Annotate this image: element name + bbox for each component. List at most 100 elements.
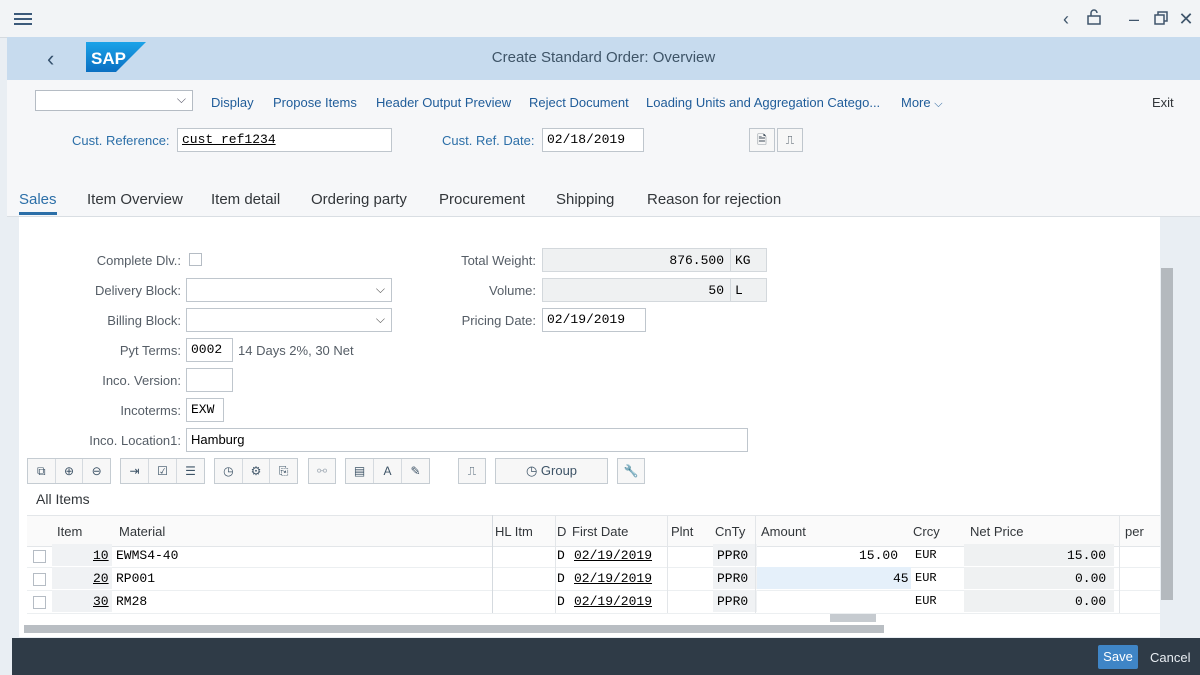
row-select-checkbox[interactable]: [33, 550, 46, 563]
wrench-icon[interactable]: 🔧: [618, 459, 644, 483]
stamp-icon[interactable]: ⎍: [459, 459, 485, 483]
horizontal-scroll-thumb[interactable]: [830, 614, 876, 622]
row-select-checkbox[interactable]: [33, 573, 46, 586]
pricing-date-value: 02/19/2019: [547, 312, 626, 327]
stamp-icon[interactable]: ⎍: [777, 128, 803, 152]
exit-button[interactable]: Exit: [1152, 95, 1174, 110]
column-header-per[interactable]: per: [1125, 524, 1144, 539]
crcy-value[interactable]: EUR: [915, 571, 937, 585]
column-header-d[interactable]: D: [557, 524, 566, 539]
row-select-checkbox[interactable]: [33, 596, 46, 609]
incoterms-input[interactable]: EXW: [186, 398, 224, 422]
edit-icon[interactable]: ✎: [402, 459, 429, 483]
material-value[interactable]: RM28: [116, 594, 147, 609]
variant-select[interactable]: ⌵: [35, 90, 193, 111]
cnty-value[interactable]: PPR0: [717, 594, 748, 609]
inco-location-input[interactable]: Hamburg: [186, 428, 748, 452]
column-divider: [555, 515, 556, 613]
column-header-item[interactable]: Item: [57, 524, 82, 539]
document-flow-icon[interactable]: ⎘: [270, 459, 297, 483]
reject-document-button[interactable]: Reject Document: [529, 95, 629, 110]
cust-reference-value: cust_ref1234: [182, 132, 276, 147]
total-weight-value: 876.500: [669, 253, 724, 268]
tab-ordering-party[interactable]: Ordering party: [311, 191, 407, 208]
vertical-scrollbar[interactable]: [1161, 268, 1173, 600]
total-weight-unit-field: KG: [730, 248, 767, 272]
settings-icon[interactable]: ⚙: [243, 459, 271, 483]
pyt-terms-input[interactable]: 0002: [186, 338, 233, 362]
billing-block-select[interactable]: ⌵: [186, 308, 392, 332]
item-number[interactable]: 20: [93, 571, 109, 586]
amount-value[interactable]: 15.00: [859, 548, 898, 563]
column-header-net-price[interactable]: Net Price: [970, 524, 1023, 539]
footer-bar: [12, 638, 1200, 675]
more-button[interactable]: More ⌵: [901, 95, 943, 111]
minimize-icon[interactable]: –: [1124, 9, 1144, 29]
text-icon[interactable]: A: [374, 459, 402, 483]
column-header-amount[interactable]: Amount: [761, 524, 806, 539]
propose-items-button[interactable]: Propose Items: [273, 95, 357, 110]
complete-dlv-checkbox[interactable]: [189, 253, 202, 266]
restore-icon[interactable]: [1151, 9, 1171, 29]
table-row[interactable]: 10 EWMS4-40 D 02/19/2019 PPR0 15.00 EUR …: [27, 544, 1160, 568]
inco-version-input[interactable]: [186, 368, 233, 392]
tab-shipping[interactable]: Shipping: [556, 191, 614, 208]
document-edit-icon[interactable]: 🗎: [749, 128, 775, 152]
column-header-crcy[interactable]: Crcy: [913, 524, 940, 539]
column-header-material[interactable]: Material: [119, 524, 165, 539]
table-row[interactable]: 30 RM28 D 02/19/2019 PPR0 EUR 0.00: [27, 590, 1160, 614]
crcy-value[interactable]: EUR: [915, 594, 937, 608]
first-date-value[interactable]: 02/19/2019: [574, 571, 652, 586]
delivery-block-select[interactable]: ⌵: [186, 278, 392, 302]
cnty-value[interactable]: PPR0: [717, 571, 748, 586]
cnty-value[interactable]: PPR0: [717, 548, 748, 563]
material-value[interactable]: EWMS4-40: [116, 548, 178, 563]
delete-row-icon[interactable]: ⊖: [83, 459, 110, 483]
select-all-icon[interactable]: ☑: [149, 459, 177, 483]
item-number[interactable]: 10: [93, 548, 109, 563]
column-divider: [1119, 515, 1120, 613]
save-button[interactable]: Save: [1098, 645, 1138, 669]
material-value[interactable]: RP001: [116, 571, 155, 586]
cust-ref-date-input[interactable]: 02/18/2019: [542, 128, 644, 152]
page-title: Create Standard Order: Overview: [491, 49, 716, 66]
tab-procurement[interactable]: Procurement: [439, 191, 525, 208]
tab-item-overview[interactable]: Item Overview: [87, 191, 183, 208]
crcy-value[interactable]: EUR: [915, 548, 937, 562]
add-row-icon[interactable]: ⊕: [56, 459, 84, 483]
tab-reason-for-rejection[interactable]: Reason for rejection: [647, 191, 781, 208]
pricing-date-input[interactable]: 02/19/2019: [542, 308, 646, 332]
configure-icon[interactable]: ▤: [346, 459, 374, 483]
loading-units-button[interactable]: Loading Units and Aggregation Catego...: [646, 95, 880, 110]
display-button[interactable]: Display: [211, 95, 254, 110]
column-header-first-date[interactable]: First Date: [572, 524, 628, 539]
disabled-action-icon[interactable]: ⚯: [309, 459, 335, 483]
horizontal-scrollbar[interactable]: [24, 625, 884, 633]
first-date-value[interactable]: 02/19/2019: [574, 594, 652, 609]
close-icon[interactable]: ✕: [1176, 9, 1196, 29]
first-date-value[interactable]: 02/19/2019: [574, 548, 652, 563]
insert-icon[interactable]: ⇥: [121, 459, 149, 483]
unlock-icon[interactable]: [1084, 9, 1104, 29]
conditions-icon[interactable]: ◷: [215, 459, 243, 483]
column-header-cnty[interactable]: CnTy: [715, 524, 745, 539]
net-price-value: 15.00: [1067, 548, 1107, 563]
column-header-hl-itm[interactable]: HL Itm: [495, 524, 533, 539]
tab-sales[interactable]: Sales: [19, 191, 57, 215]
group-button[interactable]: ◷ Group: [495, 458, 608, 484]
menu-icon[interactable]: [14, 10, 32, 26]
chevron-left-icon[interactable]: ‹: [1056, 9, 1076, 29]
billing-block-label: Billing Block:: [107, 313, 181, 328]
item-number[interactable]: 30: [93, 594, 109, 609]
cancel-button[interactable]: Cancel: [1150, 650, 1190, 665]
chevron-down-icon: ⌵: [934, 98, 943, 110]
column-header-plnt[interactable]: Plnt: [671, 524, 693, 539]
header-output-preview-button[interactable]: Header Output Preview: [376, 95, 511, 110]
amount-value[interactable]: 45: [893, 571, 909, 586]
cust-reference-input[interactable]: cust_ref1234: [177, 128, 392, 152]
details-icon[interactable]: ⧉: [28, 459, 56, 483]
tab-item-detail[interactable]: Item detail: [211, 191, 280, 208]
table-row[interactable]: 20 RP001 D 02/19/2019 PPR0 45 EUR 0.00: [27, 567, 1160, 591]
deselect-all-icon[interactable]: ☰: [177, 459, 204, 483]
pyt-terms-description: 14 Days 2%, 30 Net: [238, 343, 354, 358]
